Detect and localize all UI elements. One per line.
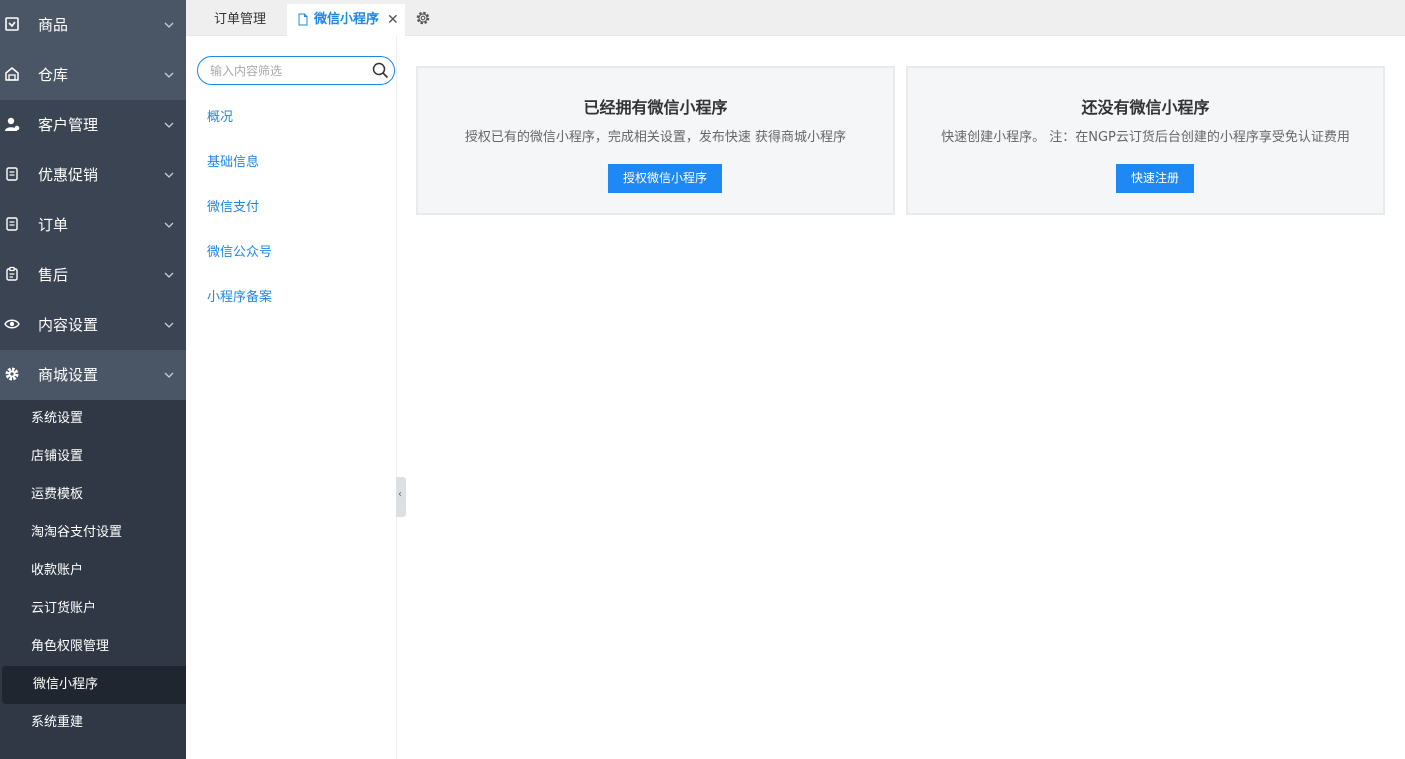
submenu-item-receiving-account[interactable]: 收款账户 — [0, 552, 186, 590]
close-icon[interactable]: ✕ — [387, 4, 399, 36]
card-description: 快速创建小程序。 注：在NGP云订货后台创建的小程序享受免认证费用 — [941, 130, 1350, 145]
nav-link-overview[interactable]: 概况 — [207, 106, 233, 125]
submenu-item-payment-settings[interactable]: 淘淘谷支付设置 — [0, 514, 186, 552]
nav-link-mini-program-filing[interactable]: 小程序备案 — [207, 286, 272, 305]
submenu-item-system-settings[interactable]: 系统设置 — [0, 400, 186, 438]
card-title: 还没有微信小程序 — [1081, 98, 1210, 117]
menu-group-product[interactable]: 商品 — [0, 0, 186, 50]
menu-label: 内容设置 — [38, 316, 99, 334]
card-title: 已经拥有微信小程序 — [583, 98, 728, 117]
tab-label: 微信小程序 — [314, 12, 380, 27]
settings-gear-icon[interactable] — [415, 10, 431, 26]
menu-label: 优惠促销 — [38, 166, 99, 184]
filter-search-box — [197, 56, 395, 85]
nav-link-wechat-official-account[interactable]: 微信公众号 — [207, 241, 272, 260]
submenu-item-role-permissions[interactable]: 角色权限管理 — [0, 628, 186, 666]
chevron-down-icon — [164, 72, 174, 78]
promotion-icon — [6, 167, 18, 181]
menu-label: 客户管理 — [38, 116, 99, 134]
chevron-down-icon — [164, 322, 174, 328]
chevron-down-icon — [164, 272, 174, 278]
filter-input[interactable] — [210, 61, 360, 81]
chevron-left-icon: ‹ — [398, 489, 402, 500]
gear-icon — [5, 367, 19, 381]
collapse-panel-handle[interactable]: ‹ — [396, 477, 406, 517]
nav-link-basic-info[interactable]: 基础信息 — [207, 151, 259, 170]
tab-order-management[interactable]: 订单管理 — [214, 4, 266, 36]
chevron-down-icon — [164, 222, 174, 228]
submenu-item-shipping-template[interactable]: 运费模板 — [0, 476, 186, 514]
menu-group-after-sales[interactable]: 售后 — [0, 250, 186, 300]
card-no-mini-program: 还没有微信小程序 快速创建小程序。 注：在NGP云订货后台创建的小程序享受免认证… — [906, 66, 1385, 215]
customer-icon — [5, 117, 20, 131]
submenu-item-system-rebuild[interactable]: 系统重建 — [0, 704, 186, 742]
authorize-mini-program-button[interactable]: 授权微信小程序 — [608, 164, 722, 193]
menu-group-order[interactable]: 订单 — [0, 200, 186, 250]
submenu-item-cloud-order-account[interactable]: 云订货账户 — [0, 590, 186, 628]
quick-register-button[interactable]: 快速注册 — [1116, 164, 1194, 193]
menu-label: 商品 — [38, 16, 69, 34]
warehouse-icon — [5, 67, 19, 81]
product-icon — [5, 17, 19, 31]
nav-link-wechat-pay[interactable]: 微信支付 — [207, 196, 259, 215]
submenu-item-wechat-mini-program[interactable]: 微信小程序 — [2, 666, 186, 704]
sidebar: 商品 仓库 客户管理 优惠促销 订单 售后 内容设置 商城设置 系统设置 店铺设… — [0, 0, 186, 759]
chevron-down-icon — [164, 22, 174, 28]
menu-group-promotion[interactable]: 优惠促销 — [0, 150, 186, 200]
submenu-mall-settings: 系统设置 店铺设置 运费模板 淘淘谷支付设置 收款账户 云订货账户 角色权限管理… — [0, 400, 186, 759]
card-description: 授权已有的微信小程序，完成相关设置，发布快速 获得商城小程序 — [464, 130, 847, 145]
after-sales-icon — [6, 266, 18, 281]
chevron-down-icon — [164, 172, 174, 178]
document-icon — [298, 13, 308, 26]
menu-label: 售后 — [38, 266, 69, 284]
order-icon — [6, 217, 18, 231]
tab-wechat-mini-program[interactable]: 微信小程序 ✕ — [287, 4, 405, 36]
eye-icon — [4, 319, 20, 329]
menu-label: 仓库 — [38, 66, 69, 84]
menu-group-content[interactable]: 内容设置 — [0, 300, 186, 350]
tab-bar: 订单管理 微信小程序 ✕ — [186, 0, 1405, 36]
menu-group-customer[interactable]: 客户管理 — [0, 100, 186, 150]
card-existing-mini-program: 已经拥有微信小程序 授权已有的微信小程序，完成相关设置，发布快速 获得商城小程序… — [416, 66, 895, 215]
search-icon[interactable] — [372, 62, 389, 79]
menu-group-warehouse[interactable]: 仓库 — [0, 50, 186, 100]
chevron-down-icon — [164, 122, 174, 128]
menu-label: 订单 — [38, 216, 69, 234]
menu-group-mall-settings[interactable]: 商城设置 — [0, 350, 186, 400]
submenu-item-store-settings[interactable]: 店铺设置 — [0, 438, 186, 476]
secondary-nav: 概况 基础信息 微信支付 微信公众号 小程序备案 — [186, 36, 397, 759]
menu-label: 商城设置 — [38, 366, 99, 384]
chevron-up-icon — [164, 372, 174, 378]
